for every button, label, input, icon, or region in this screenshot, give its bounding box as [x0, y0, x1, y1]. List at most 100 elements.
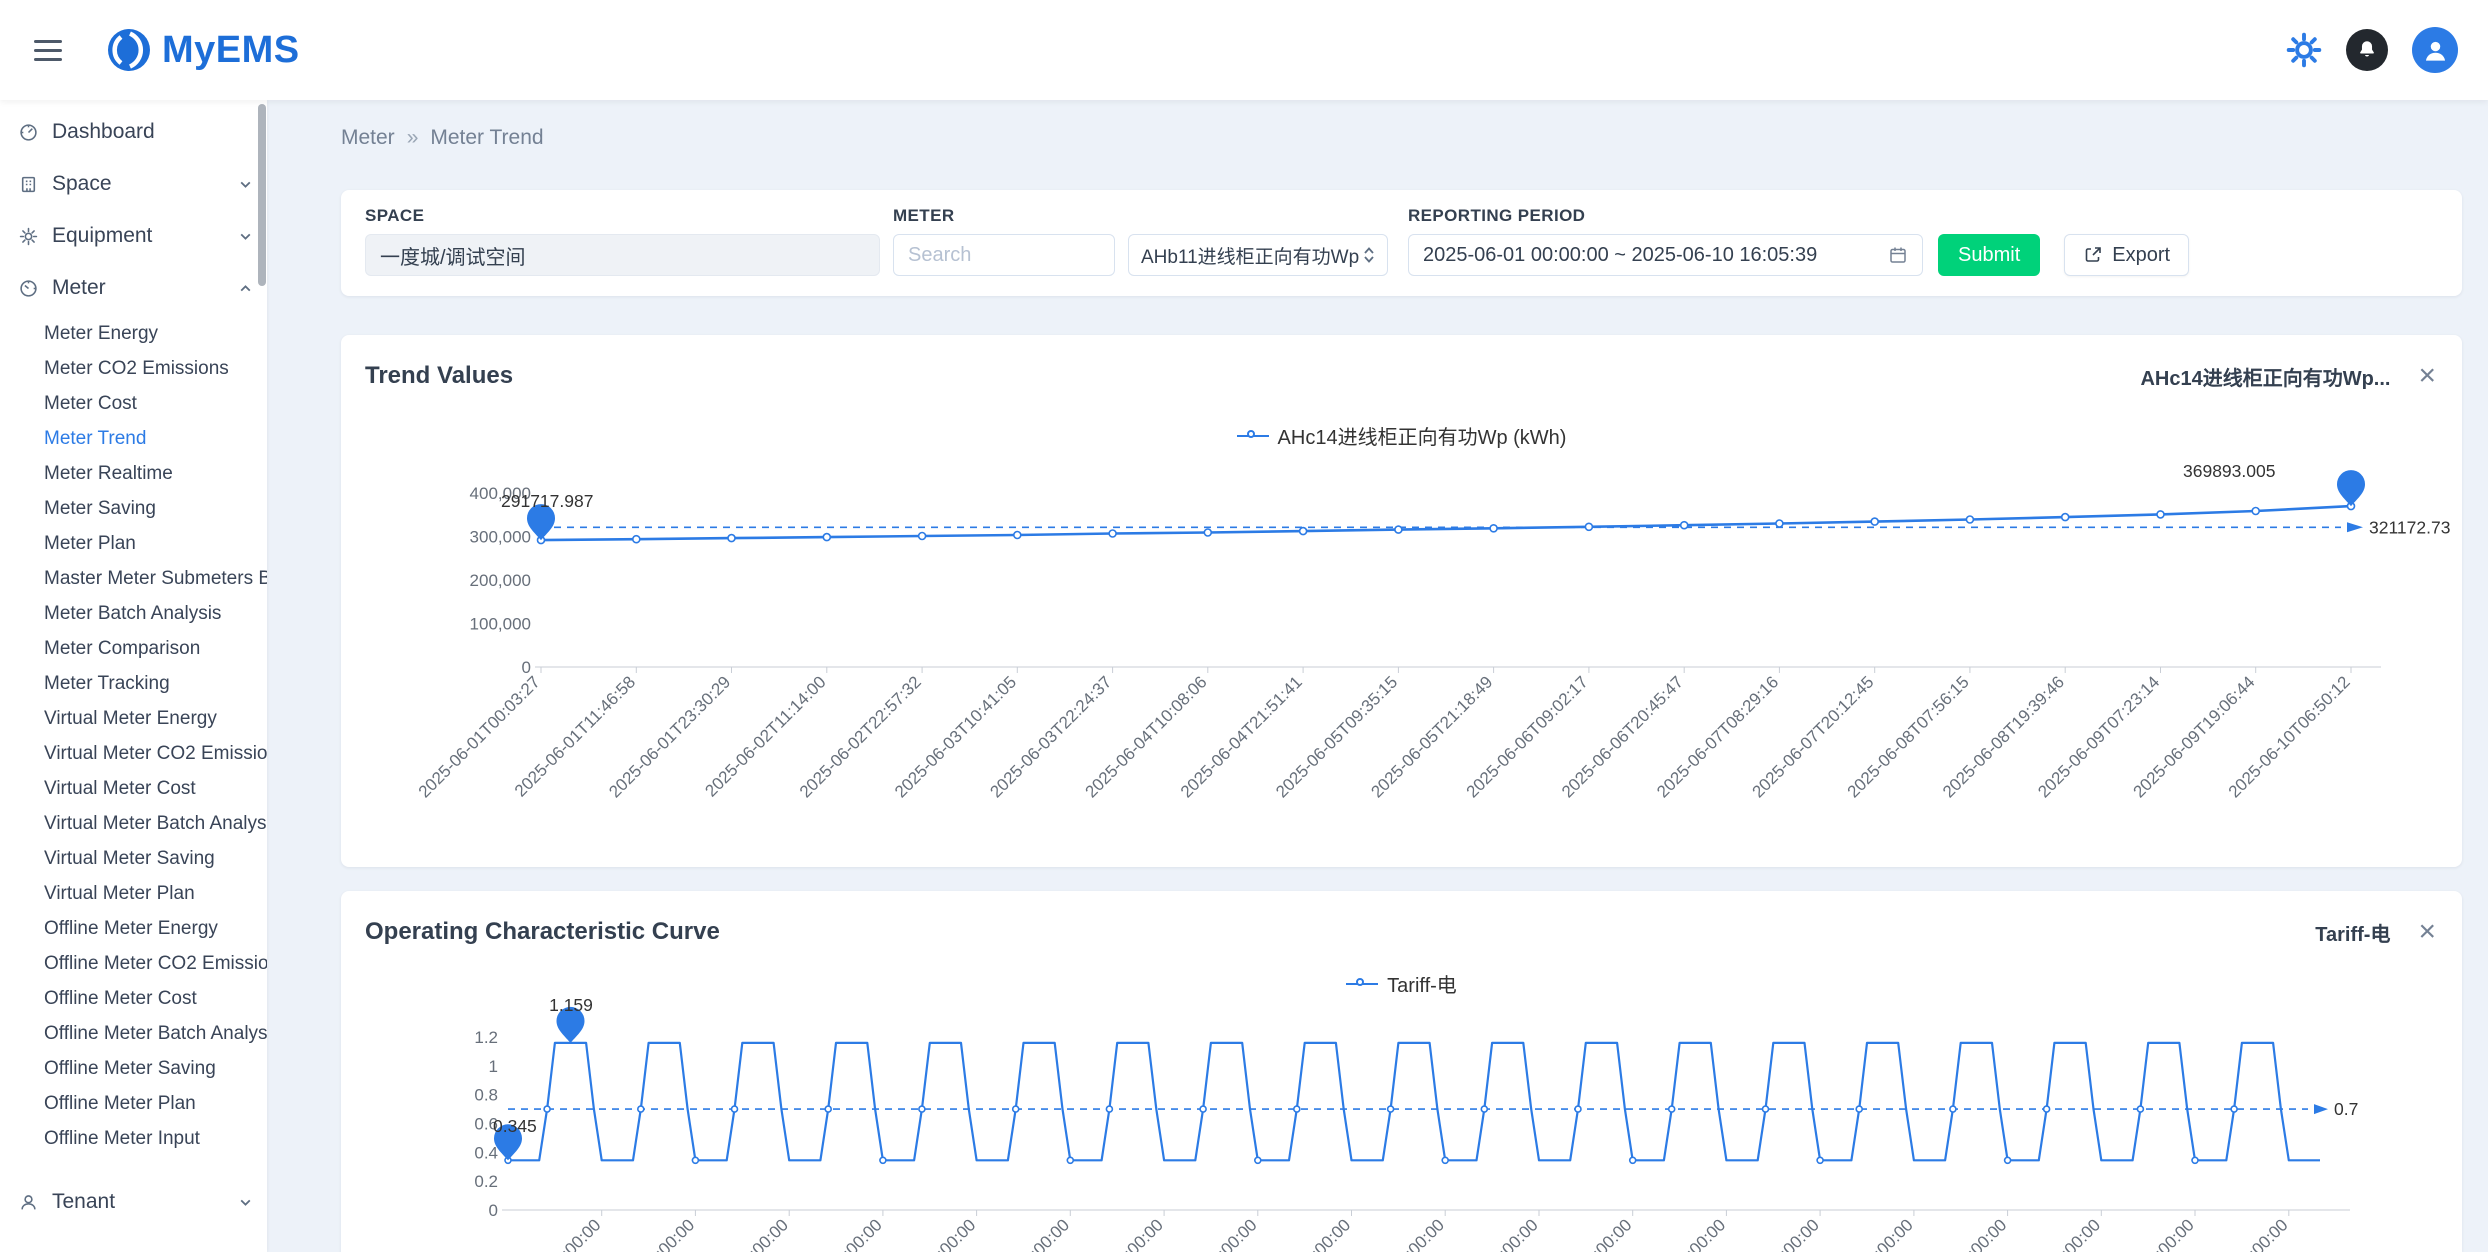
sidebar-subitem-meter-comparison[interactable]: Meter Comparison	[0, 631, 267, 666]
svg-text:12:00:00: 12:00:00	[919, 1215, 979, 1252]
svg-text:12:00:00: 12:00:00	[732, 1215, 792, 1252]
sidebar-item-label: Dashboard	[52, 120, 155, 144]
sidebar-item-space[interactable]: Space	[0, 158, 267, 210]
svg-text:00:00:00: 00:00:00	[1575, 1215, 1635, 1252]
svg-text:12:00:00: 12:00:00	[2231, 1215, 2291, 1252]
sidebar-subitem-offline-meter-co2-emissions[interactable]: Offline Meter CO2 Emissions	[0, 946, 267, 981]
legend-line-marker-icon	[1346, 977, 1378, 991]
sidebar-subitem-offline-meter-energy[interactable]: Offline Meter Energy	[0, 911, 267, 946]
sidebar-item-equipment[interactable]: Equipment	[0, 210, 267, 262]
oc-line-chart: 00.20.40.60.811.212:00:0000:00:0012:00:0…	[341, 995, 2462, 1252]
svg-text:00:00:00: 00:00:00	[638, 1215, 698, 1252]
sidebar-item-meter[interactable]: Meter	[0, 262, 267, 314]
sidebar-subitem-meter-tracking[interactable]: Meter Tracking	[0, 666, 267, 701]
svg-text:00:00:00: 00:00:00	[1200, 1215, 1260, 1252]
oc-card-title: Operating Characteristic Curve	[365, 918, 720, 946]
svg-text:0.2: 0.2	[474, 1172, 498, 1191]
calendar-icon	[1888, 245, 1908, 265]
sidebar-subitem-meter-realtime[interactable]: Meter Realtime	[0, 456, 267, 491]
breadcrumb-current: Meter Trend	[430, 126, 543, 150]
brand-logo[interactable]: MyEMS	[106, 27, 300, 73]
sidebar-subitem-virtual-meter-plan[interactable]: Virtual Meter Plan	[0, 876, 267, 911]
filter-panel: SPACE METER AHb11进线柜正向有功Wp R	[341, 190, 2462, 296]
dashboard-icon	[18, 123, 38, 142]
trend-close-icon[interactable]: ×	[2418, 361, 2436, 391]
export-label: Export	[2112, 244, 2170, 267]
svg-text:12:00:00: 12:00:00	[1107, 1215, 1167, 1252]
sidebar-subitem-meter-cost[interactable]: Meter Cost	[0, 386, 267, 421]
breadcrumb: Meter » Meter Trend	[341, 126, 2462, 150]
sidebar-subitem-meter-co2-emissions[interactable]: Meter CO2 Emissions	[0, 351, 267, 386]
reporting-period-label: REPORTING PERIOD	[1408, 206, 1923, 226]
svg-text:0: 0	[489, 1201, 498, 1220]
legend-line-marker-icon	[1237, 429, 1269, 443]
svg-text:1.159: 1.159	[549, 995, 593, 1015]
brand-name: MyEMS	[162, 29, 300, 72]
meter-icon	[18, 279, 38, 298]
operating-curve-card: Operating Characteristic Curve Tariff-电 …	[341, 891, 2462, 1252]
meter-label: METER	[893, 206, 1388, 226]
svg-text:369893.005: 369893.005	[2183, 461, 2275, 481]
app-header: MyEMS	[0, 0, 2488, 100]
settings-gear-icon[interactable]	[2286, 32, 2322, 68]
svg-text:291717.987: 291717.987	[501, 491, 593, 511]
svg-text:0.345: 0.345	[493, 1116, 537, 1136]
sidebar-subitem-virtual-meter-batch-analysis[interactable]: Virtual Meter Batch Analysis	[0, 806, 267, 841]
svg-text:0.8: 0.8	[474, 1086, 498, 1105]
svg-text:12:00:00: 12:00:00	[2044, 1215, 2104, 1252]
sidebar-subitem-meter-energy[interactable]: Meter Energy	[0, 316, 267, 351]
breadcrumb-meter-link[interactable]: Meter	[341, 126, 395, 150]
oc-series-selector[interactable]: Tariff-电	[2315, 918, 2390, 947]
export-button[interactable]: Export	[2064, 234, 2189, 276]
meter-select[interactable]: AHb11进线柜正向有功Wp	[1128, 234, 1388, 276]
sidebar-subitem-offline-meter-plan[interactable]: Offline Meter Plan	[0, 1086, 267, 1121]
meter-submenu: Meter EnergyMeter CO2 EmissionsMeter Cos…	[0, 314, 267, 1164]
trend-card-title: Trend Values	[365, 362, 513, 390]
sidebar-subitem-offline-meter-cost[interactable]: Offline Meter Cost	[0, 981, 267, 1016]
sidebar-item-dashboard[interactable]: Dashboard	[0, 106, 267, 158]
sidebar-subitem-offline-meter-batch-analysis[interactable]: Offline Meter Batch Analysis	[0, 1016, 267, 1051]
space-input[interactable]	[365, 234, 880, 276]
svg-text:100,000: 100,000	[470, 615, 531, 634]
meter-select-value: AHb11进线柜正向有功Wp	[1141, 242, 1359, 269]
oc-legend[interactable]: Tariff-电	[341, 969, 2462, 998]
main-content: Meter » Meter Trend SPACE METER AHb11进线柜…	[267, 100, 2488, 1252]
sidebar-subitem-meter-plan[interactable]: Meter Plan	[0, 526, 267, 561]
sidebar-scrollbar[interactable]	[258, 104, 266, 286]
svg-text:321172.73: 321172.73	[2369, 517, 2450, 537]
user-avatar[interactable]	[2412, 27, 2458, 73]
svg-text:1.2: 1.2	[474, 1028, 498, 1047]
sidebar-item-label: Equipment	[52, 224, 152, 248]
sidebar-subitem-virtual-meter-energy[interactable]: Virtual Meter Energy	[0, 701, 267, 736]
oc-close-icon[interactable]: ×	[2418, 917, 2436, 947]
sidebar-subitem-offline-meter-saving[interactable]: Offline Meter Saving	[0, 1051, 267, 1086]
sidebar-subitem-meter-batch-analysis[interactable]: Meter Batch Analysis	[0, 596, 267, 631]
notifications-bell-icon[interactable]	[2346, 29, 2388, 71]
chevron-up-icon	[238, 281, 253, 296]
hamburger-menu-button[interactable]	[30, 36, 66, 65]
sidebar-subitem-offline-meter-input[interactable]: Offline Meter Input	[0, 1121, 267, 1156]
svg-text:12:00:00: 12:00:00	[1856, 1215, 1916, 1252]
reporting-period-input[interactable]: 2025-06-01 00:00:00 ~ 2025-06-10 16:05:3…	[1408, 234, 1923, 276]
sidebar-subitem-meter-trend[interactable]: Meter Trend	[0, 421, 267, 456]
meter-search-input[interactable]	[893, 234, 1115, 276]
svg-text:00:00:00: 00:00:00	[1950, 1215, 2010, 1252]
sidebar-subitem-meter-saving[interactable]: Meter Saving	[0, 491, 267, 526]
sidebar-item-label: Space	[52, 172, 112, 196]
chevron-down-icon	[238, 1195, 253, 1210]
sidebar-item-tenant[interactable]: Tenant	[0, 1176, 267, 1228]
svg-text:00:00:00: 00:00:00	[1013, 1215, 1073, 1252]
sidebar-subitem-virtual-meter-cost[interactable]: Virtual Meter Cost	[0, 771, 267, 806]
trend-line-chart: 0100,000200,000300,000400,0002025-06-01T…	[341, 445, 2462, 865]
svg-text:200,000: 200,000	[470, 571, 531, 590]
sidebar-subitem-virtual-meter-saving[interactable]: Virtual Meter Saving	[0, 841, 267, 876]
trend-series-selector[interactable]: AHc14进线柜正向有功Wp...	[2140, 362, 2390, 391]
sidebar-subitem-virtual-meter-co2-emissions[interactable]: Virtual Meter CO2 Emissions	[0, 736, 267, 771]
svg-text:0.7: 0.7	[2334, 1099, 2358, 1119]
sidebar-subitem-master-meter-submeters-balance[interactable]: Master Meter Submeters Balance	[0, 561, 267, 596]
svg-text:00:00:00: 00:00:00	[2138, 1215, 2198, 1252]
svg-text:12:00:00: 12:00:00	[1669, 1215, 1729, 1252]
building-icon	[18, 175, 38, 194]
submit-button[interactable]: Submit	[1938, 234, 2040, 276]
brand-logo-icon	[106, 27, 152, 73]
